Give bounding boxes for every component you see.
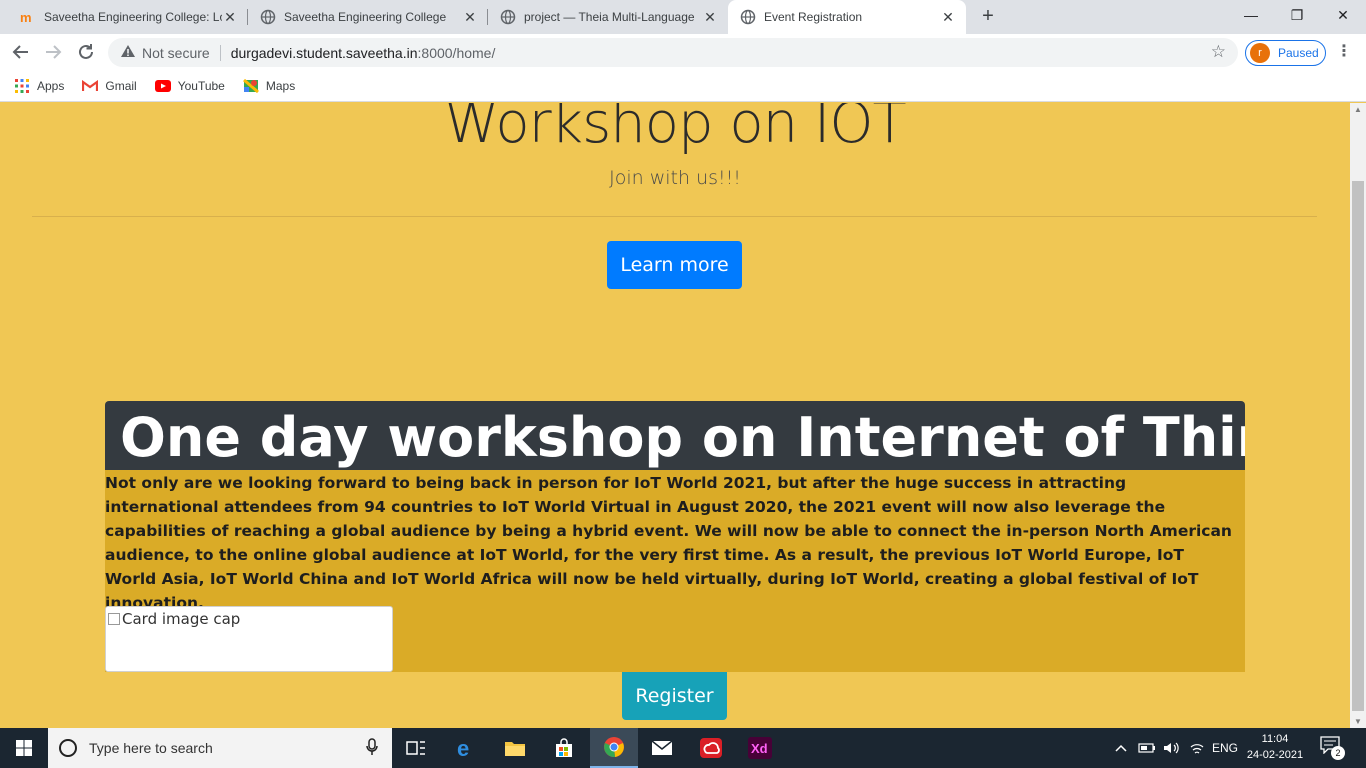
tab-theia-project[interactable]: project — Theia Multi-Language ✕ (488, 0, 728, 34)
maps-icon (242, 78, 259, 94)
security-label[interactable]: Not secure (142, 45, 210, 61)
clock-time: 11:04 (1261, 733, 1289, 745)
windows-start-icon[interactable] (0, 728, 48, 768)
tab-close-icon[interactable]: ✕ (462, 9, 478, 25)
card-header: One day workshop on Internet of Things (105, 401, 1245, 470)
adobe-xd-icon[interactable]: Xd (736, 728, 784, 768)
clock-date: 24-02-2021 (1246, 749, 1304, 761)
tab-close-icon[interactable]: ✕ (222, 9, 238, 25)
forward-arrow-icon[interactable] (41, 40, 65, 64)
creative-cloud-icon[interactable] (687, 728, 735, 768)
tab-event-registration[interactable]: Event Registration ✕ (728, 0, 966, 34)
xd-label: Xd (751, 741, 768, 756)
battery-icon[interactable] (1138, 728, 1156, 768)
youtube-icon (154, 78, 171, 94)
bookmark-apps[interactable]: Apps (14, 78, 64, 94)
globe-icon (740, 9, 756, 25)
scrollbar-thumb[interactable] (1352, 181, 1364, 711)
bookmarks-bar: Apps Gmail YouTube Maps (0, 70, 1366, 102)
globe-icon (500, 9, 516, 25)
taskbar-clock[interactable]: 11:04 24-02-2021 (1244, 731, 1306, 763)
profile-status: Paused (1278, 46, 1319, 60)
svg-text:e: e (457, 737, 469, 759)
apps-grid-icon (14, 78, 30, 94)
profile-button[interactable]: r Paused (1245, 40, 1326, 66)
notification-center-icon[interactable]: 2 (1320, 736, 1345, 760)
vertical-scrollbar[interactable]: ▲ ▼ (1350, 103, 1366, 728)
minimize-button[interactable]: — (1228, 0, 1274, 30)
bookmark-label: YouTube (177, 78, 225, 93)
reload-icon[interactable] (74, 40, 98, 64)
tab-close-icon[interactable]: ✕ (702, 9, 718, 25)
tab-saveetha-login[interactable]: m Saveetha Engineering College: Lo ✕ (8, 0, 248, 34)
language-indicator[interactable]: ENG (1212, 728, 1238, 768)
bookmark-youtube[interactable]: YouTube (154, 78, 225, 94)
microphone-icon[interactable] (366, 738, 378, 760)
broken-image-icon (108, 613, 120, 625)
windows-taskbar: Type here to search e Xd ENG 11:04 24-02… (0, 728, 1366, 768)
scroll-down-icon[interactable]: ▼ (1350, 717, 1366, 726)
svg-text:m: m (20, 10, 32, 25)
card-image-placeholder: Card image cap (105, 606, 393, 672)
moodle-favicon-icon: m (20, 9, 36, 25)
mail-icon[interactable] (638, 728, 686, 768)
address-bar[interactable]: Not secure durgadevi.student.saveetha.in… (108, 38, 1238, 67)
tab-close-icon[interactable]: ✕ (940, 9, 956, 25)
scroll-up-icon[interactable]: ▲ (1350, 105, 1366, 114)
register-button[interactable]: Register (622, 672, 727, 720)
store-icon[interactable] (540, 728, 588, 768)
edge-icon[interactable]: e (443, 728, 491, 768)
tab-saveetha-college[interactable]: Saveetha Engineering College ✕ (248, 0, 488, 34)
tab-title: project — Theia Multi-Language (524, 10, 695, 24)
card-image-alt: Card image cap (122, 610, 241, 628)
gmail-icon (82, 78, 99, 94)
bookmark-gmail[interactable]: Gmail (82, 78, 137, 94)
bookmark-maps[interactable]: Maps (242, 78, 296, 94)
hero-subtitle: Join with us!!! (609, 167, 741, 189)
browser-tab-strip: m Saveetha Engineering College: Lo ✕ Sav… (0, 0, 1366, 34)
tray-chevron-icon[interactable] (1114, 728, 1128, 768)
search-placeholder: Type here to search (89, 740, 213, 756)
new-tab-button[interactable]: + (976, 5, 1000, 29)
close-window-button[interactable]: ✕ (1320, 0, 1366, 30)
globe-icon (260, 9, 276, 25)
volume-icon[interactable] (1163, 728, 1181, 768)
bookmark-label: Maps (265, 78, 296, 93)
url-path[interactable]: :8000/home/ (418, 45, 496, 61)
taskbar-search-input[interactable]: Type here to search (48, 728, 392, 768)
learn-more-button[interactable]: Learn more (607, 241, 742, 289)
task-view-icon[interactable] (392, 728, 440, 768)
file-explorer-icon[interactable] (491, 728, 539, 768)
warning-triangle-icon[interactable] (120, 44, 136, 61)
back-arrow-icon[interactable] (9, 40, 33, 64)
bookmark-star-icon[interactable]: ☆ (1211, 42, 1226, 62)
chrome-icon[interactable] (590, 728, 638, 768)
card-text: Not only are we looking forward to being… (105, 474, 1232, 612)
maximize-button[interactable]: ❐ (1274, 0, 1320, 30)
hero-divider (32, 216, 1317, 217)
tab-title: Saveetha Engineering College (284, 10, 447, 24)
tab-title: Saveetha Engineering College: Lo (44, 10, 222, 24)
avatar: r (1250, 43, 1270, 63)
notification-badge: 2 (1331, 746, 1345, 760)
browser-toolbar: Not secure durgadevi.student.saveetha.in… (0, 34, 1366, 70)
more-menu-icon[interactable]: ⋮ (1336, 41, 1352, 63)
url-host[interactable]: durgadevi.student.saveetha.in (231, 45, 418, 61)
wifi-icon[interactable] (1189, 728, 1205, 768)
cortana-icon (59, 739, 77, 757)
hero-title: Workshop on IOT (444, 103, 906, 156)
page-content: Workshop on IOT Join with us!!! Learn mo… (0, 103, 1350, 720)
tab-title: Event Registration (764, 10, 863, 24)
bookmark-label: Apps (37, 78, 65, 93)
bookmark-label: Gmail (105, 78, 137, 93)
